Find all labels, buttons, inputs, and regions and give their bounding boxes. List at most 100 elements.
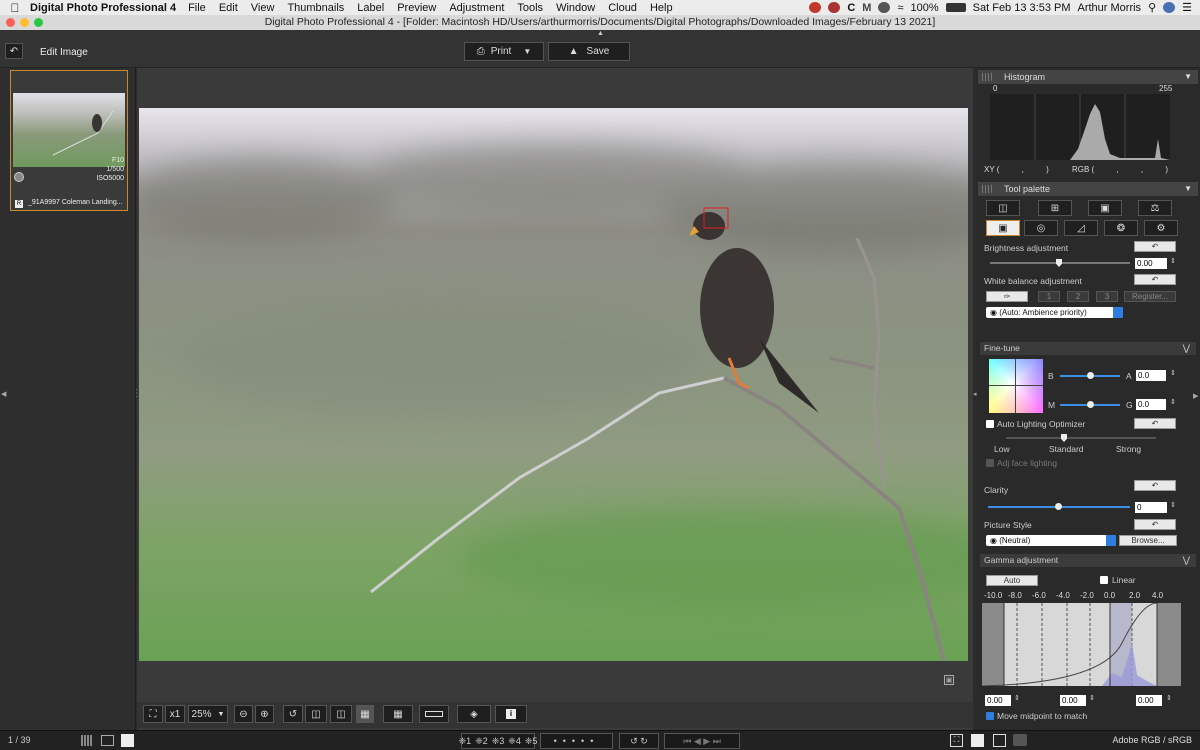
tab-color[interactable]: ❂ xyxy=(1104,220,1138,236)
minimize-window-icon[interactable] xyxy=(20,18,29,27)
dropbox-icon[interactable] xyxy=(878,2,891,13)
rating-4[interactable]: ❈4 xyxy=(508,736,521,747)
last-icon[interactable]: ⏭ xyxy=(713,736,721,747)
mg-knob[interactable] xyxy=(1087,401,1094,408)
zoom-in-button[interactable]: ⊕ xyxy=(255,705,274,723)
brightness-slider[interactable] xyxy=(990,259,1130,267)
brightness-stepper-icon[interactable]: ⇕ xyxy=(1170,257,1176,265)
linear-checkbox[interactable] xyxy=(1100,576,1108,584)
spotlight-icon[interactable]: ⚲ xyxy=(1148,1,1156,14)
tab-basic[interactable]: ▣ xyxy=(986,220,1020,236)
tab-crop[interactable]: ⊞ xyxy=(1038,200,1072,216)
midpoint-checkbox[interactable] xyxy=(986,712,994,720)
tab-tone-curve[interactable]: ◿ xyxy=(1064,220,1098,236)
clarity-reset-button[interactable]: ↶ xyxy=(1134,480,1176,491)
main-photo[interactable] xyxy=(139,108,968,661)
zoom-out-button[interactable]: ⊖ xyxy=(234,705,253,723)
rotate-left-icon[interactable]: ↺ xyxy=(630,736,638,747)
menu-view[interactable]: View xyxy=(251,2,275,14)
af-point-button[interactable] xyxy=(419,705,449,723)
menu-help[interactable]: Help xyxy=(650,2,673,14)
rating-buttons[interactable]: ❈1 ❈2 ❈3 ❈4 ❈5 xyxy=(459,733,538,749)
next-icon[interactable]: ▶ xyxy=(703,736,710,747)
rotate-left-button[interactable]: ↺ xyxy=(283,705,303,723)
gamma-white-stepper-icon[interactable]: ⇕ xyxy=(1166,694,1172,702)
highlight-warning-button[interactable]: ◈ xyxy=(457,705,491,723)
gamma-black-stepper-icon[interactable]: ⇕ xyxy=(1014,694,1020,702)
prev-icon[interactable]: ◀ xyxy=(694,736,701,747)
collapse-left-icon[interactable]: ◀ xyxy=(1,390,6,398)
s-app-icon[interactable] xyxy=(828,2,841,13)
close-window-icon[interactable] xyxy=(6,18,15,27)
battery-icon[interactable] xyxy=(945,3,966,12)
gamma-mid-stepper-icon[interactable]: ⇕ xyxy=(1089,694,1095,702)
rating-1[interactable]: ❈1 xyxy=(459,736,472,747)
color-wheel-grid[interactable] xyxy=(989,359,1043,413)
gamma-collapse-icon[interactable]: ⋁ xyxy=(1183,554,1190,567)
menu-tools[interactable]: Tools xyxy=(517,2,543,14)
first-icon[interactable]: ⏮ xyxy=(683,736,691,747)
wb-select[interactable]: ◉ (Auto: Ambience priority) xyxy=(986,307,1123,318)
histogram-collapse-icon[interactable]: ▼ xyxy=(1184,70,1192,84)
fit-to-screen-button[interactable]: ⛶ xyxy=(143,705,163,723)
wb-preset-1[interactable]: 1 xyxy=(1038,291,1060,302)
collapse-right-icon[interactable]: ▶ xyxy=(1193,392,1198,400)
zoom-select[interactable]: 25% ▼ xyxy=(188,705,228,723)
menu-thumbnails[interactable]: Thumbnails xyxy=(287,2,344,14)
brightness-input[interactable]: 0.00 xyxy=(1135,258,1167,269)
tool-palette-header[interactable]: Tool palette ▼ xyxy=(978,182,1198,196)
grid-view-icon[interactable] xyxy=(81,735,92,746)
clarity-knob[interactable] xyxy=(1055,503,1062,510)
rating-5[interactable]: ❈5 xyxy=(525,736,538,747)
mg-stepper-icon[interactable]: ⇕ xyxy=(1170,398,1176,406)
back-button[interactable]: ↶ xyxy=(5,43,23,59)
compare-layout-button[interactable]: ◫ xyxy=(305,705,327,723)
apple-icon[interactable]:  xyxy=(0,1,30,15)
menu-preview[interactable]: Preview xyxy=(397,2,436,14)
tab-stamp[interactable]: ⚖ xyxy=(1138,200,1172,216)
right-splitter-handle[interactable]: ◂ xyxy=(973,390,977,398)
tab-basic-adjust[interactable]: ◫ xyxy=(986,200,1020,216)
gamma-mid-input[interactable]: 0.00 xyxy=(1060,695,1086,706)
fine-tune-header[interactable]: Fine-tune ⋁ xyxy=(980,342,1196,355)
clarity-slider[interactable] xyxy=(988,503,1130,510)
tool-palette-collapse-icon[interactable]: ▼ xyxy=(1184,182,1192,196)
rotate-right-icon[interactable]: ↻ xyxy=(640,736,648,747)
mg-input[interactable]: 0.0 xyxy=(1136,399,1166,410)
face-lighting-checkbox[interactable] xyxy=(986,459,994,467)
ba-stepper-icon[interactable]: ⇕ xyxy=(1170,369,1176,377)
zoom-window-icon[interactable] xyxy=(34,18,43,27)
user-name[interactable]: Arthur Morris xyxy=(1078,2,1142,14)
siri-icon[interactable] xyxy=(1163,2,1176,13)
wb-reset-button[interactable]: ↶ xyxy=(1134,274,1176,285)
color-label-buttons[interactable]: ••••• xyxy=(540,733,613,749)
clarity-input[interactable]: 0 xyxy=(1135,502,1167,513)
print-dropdown-icon[interactable]: ▼ xyxy=(523,47,531,56)
save-button[interactable]: ▲ Save xyxy=(548,42,630,61)
alo-reset-button[interactable]: ↶ xyxy=(1134,418,1176,429)
picture-style-reset-button[interactable]: ↶ xyxy=(1134,519,1176,530)
sync-button[interactable]: ▦ xyxy=(356,705,374,723)
ba-slider[interactable] xyxy=(1060,372,1120,379)
gamma-black-input[interactable]: 0.00 xyxy=(985,695,1011,706)
print-button[interactable]: ⎙ Print ▼ xyxy=(464,42,544,61)
rating-2[interactable]: ❈2 xyxy=(475,736,488,747)
collapse-toolbar-icon[interactable]: ▲ xyxy=(597,30,604,37)
menu-window[interactable]: Window xyxy=(556,2,595,14)
picture-style-select[interactable]: ◉ (Neutral) xyxy=(986,535,1116,546)
c-app-icon[interactable]: C xyxy=(847,2,855,14)
wb-register-button[interactable]: Register... xyxy=(1124,291,1176,302)
filmstrip-view-icon[interactable] xyxy=(101,735,114,746)
info-button[interactable]: i xyxy=(495,705,527,723)
brightness-knob[interactable] xyxy=(1056,259,1062,267)
grid-overlay-button[interactable]: ▦ xyxy=(383,705,413,723)
alo-knob[interactable] xyxy=(1061,434,1067,442)
gamma-white-input[interactable]: 0.00 xyxy=(1136,695,1162,706)
creative-cloud-icon[interactable] xyxy=(809,2,822,13)
ba-knob[interactable] xyxy=(1087,372,1094,379)
single-view-icon[interactable] xyxy=(121,734,134,747)
histogram-header[interactable]: Histogram ▼ xyxy=(978,70,1198,84)
tab-lens[interactable]: ◎ xyxy=(1024,220,1058,236)
wb-preset-3[interactable]: 3 xyxy=(1096,291,1118,302)
gamma-auto-button[interactable]: Auto xyxy=(986,575,1038,586)
